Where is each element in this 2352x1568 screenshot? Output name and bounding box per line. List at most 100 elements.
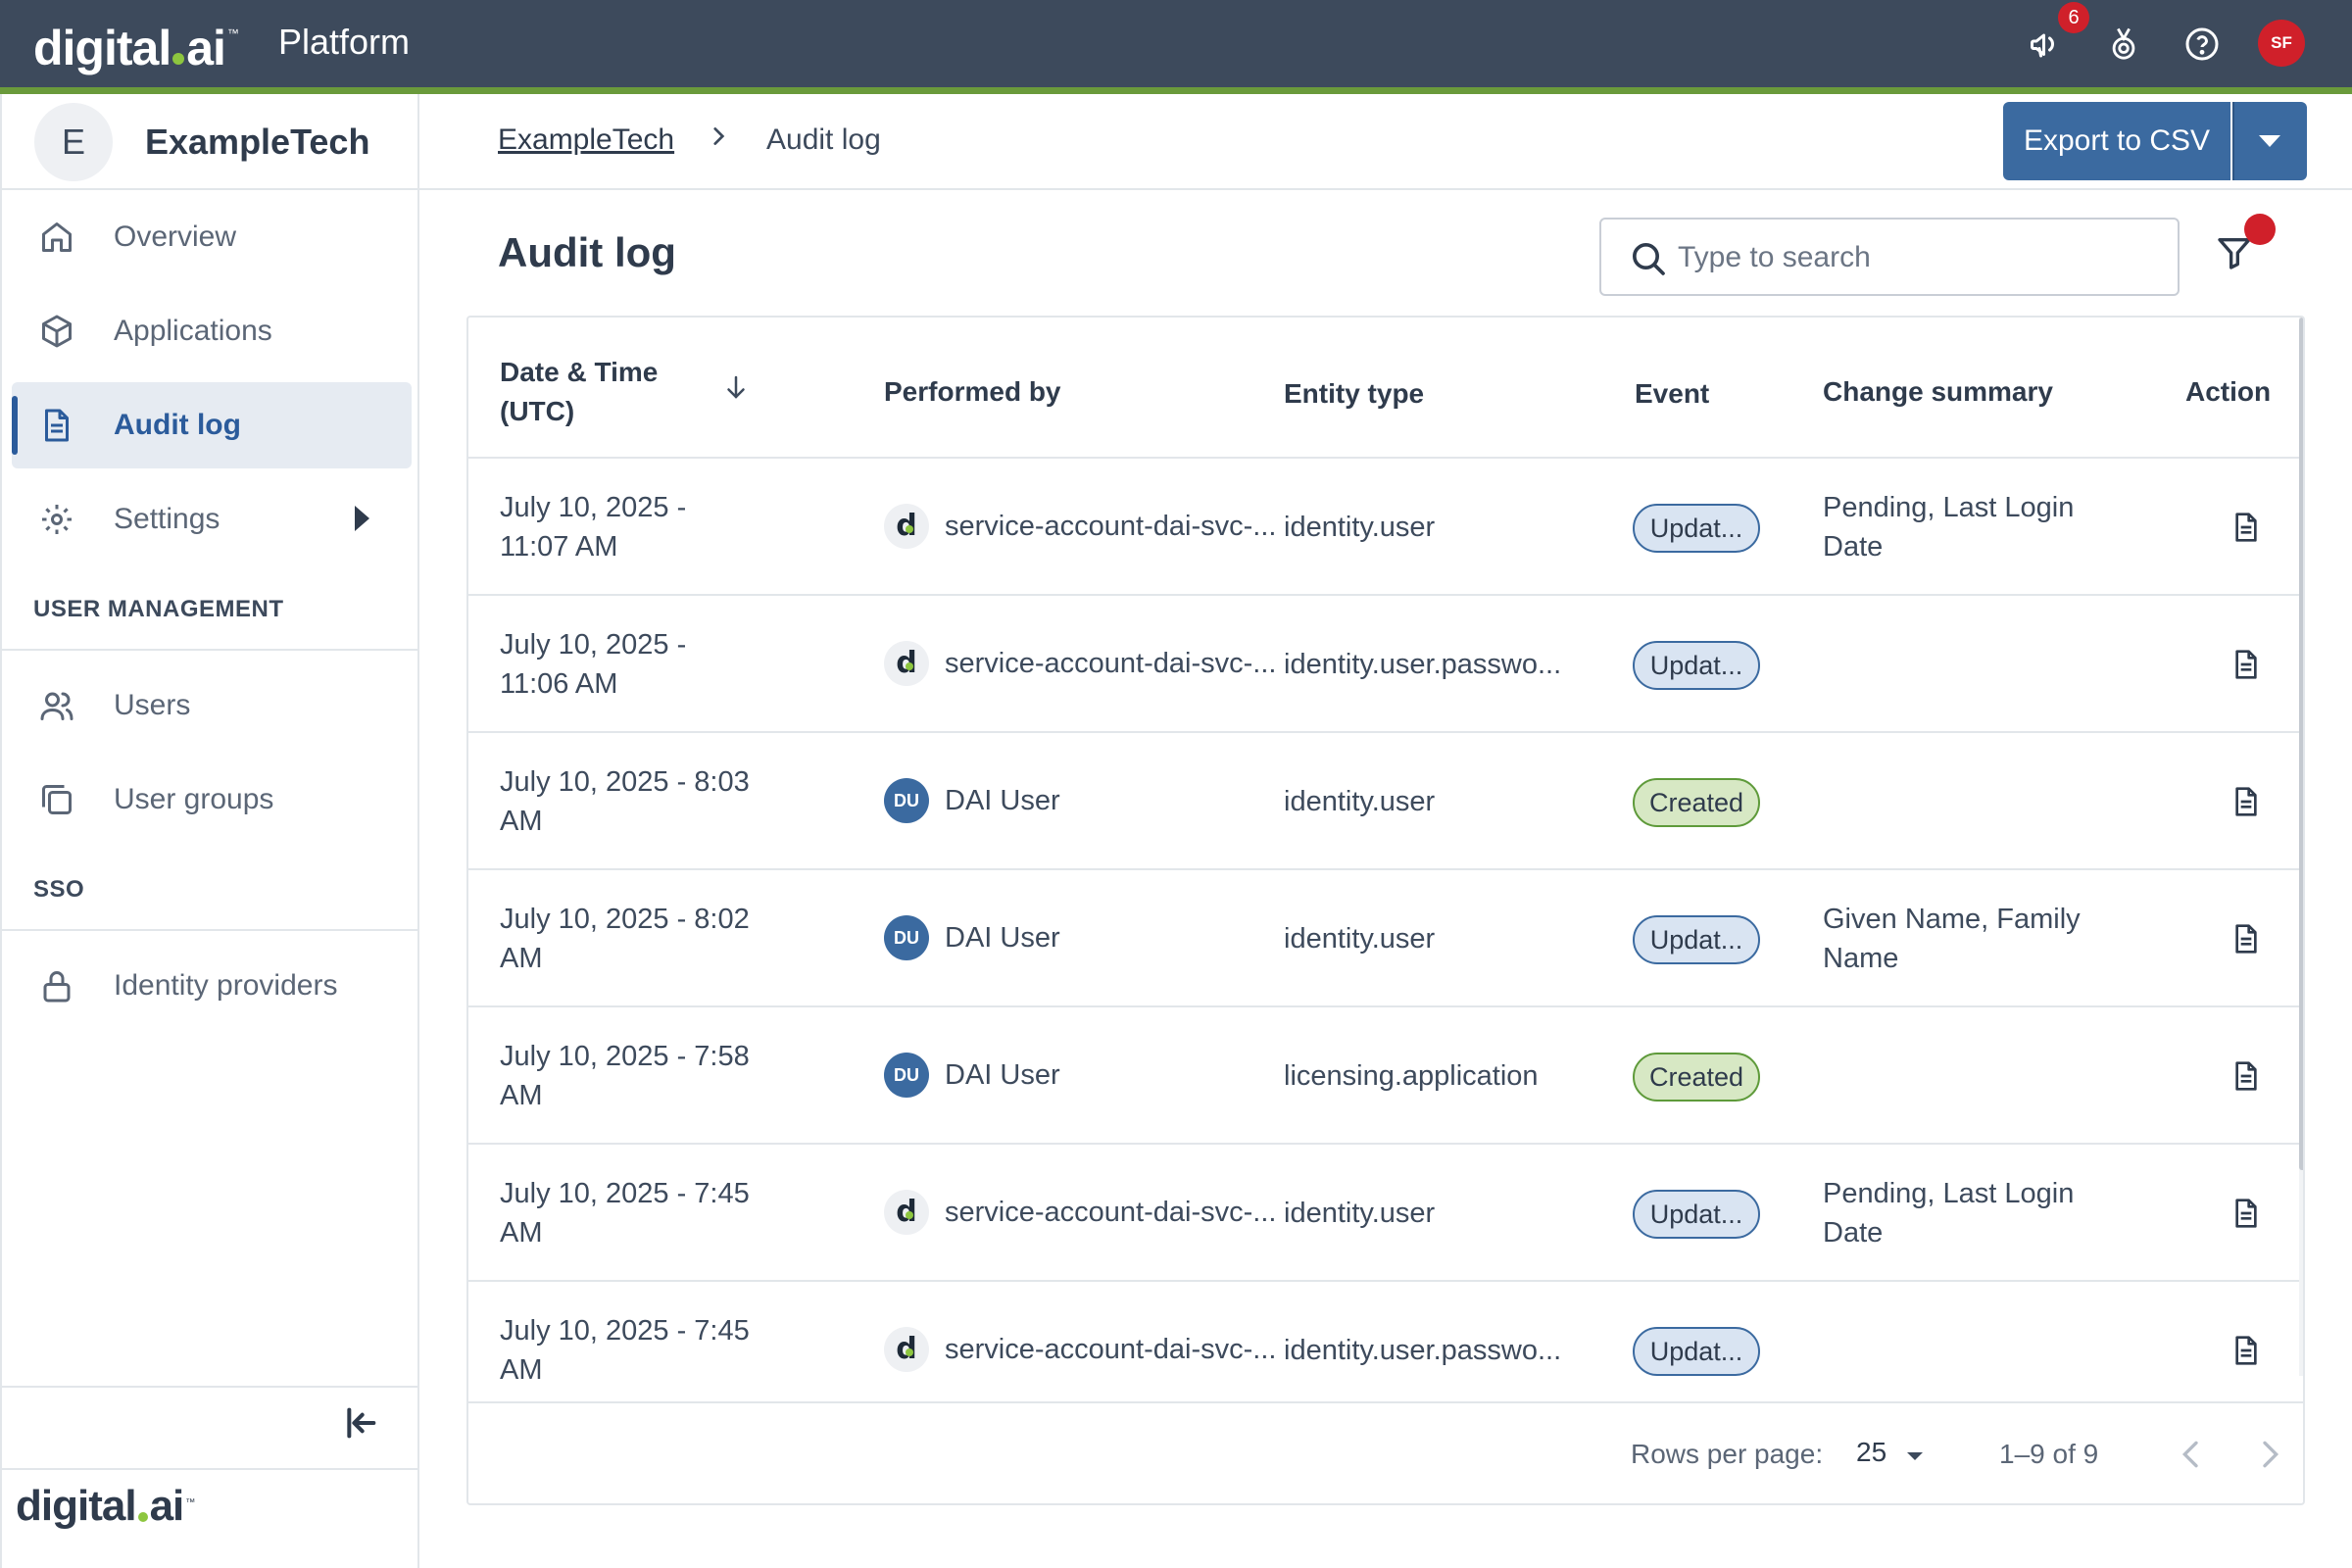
view-details-icon[interactable] (2230, 921, 2262, 956)
user-avatar: DU (884, 1053, 929, 1098)
next-page-icon[interactable] (2250, 1435, 2289, 1474)
sidebar-item-users[interactable]: Users (12, 662, 412, 749)
performed-by-name: DAI User (945, 785, 1060, 816)
export-options-dropdown-button[interactable] (2232, 102, 2307, 180)
performed-by-cell: d service-account-dai-svc-... (884, 1190, 1276, 1235)
sidebar-footer-divider (2, 1386, 419, 1388)
section-divider (2, 649, 419, 651)
announcements-icon[interactable] (2023, 22, 2068, 67)
home-icon (42, 222, 72, 252)
column-header-action: Action (2185, 376, 2272, 407)
logo-text: digital (33, 21, 172, 75)
table-row[interactable]: July 10, 2025 - 7:45 AM d service-account-d… (468, 1143, 2303, 1280)
date-line: July 10, 2025 - 7:58 (500, 1041, 750, 1072)
caret-down-icon (1907, 1452, 1923, 1460)
table-row[interactable]: July 10, 2025 - 7:45 AM d service-account-d… (468, 1280, 2303, 1417)
export-csv-button[interactable]: Export to CSV (2003, 102, 2230, 180)
sidebar-item-applications[interactable]: Applications (12, 288, 412, 374)
date-line: July 10, 2025 - 7:45 (500, 1178, 750, 1209)
column-header-date-line2: (UTC) (500, 396, 575, 426)
time-line: 11:06 AM (500, 668, 618, 700)
date-time-cell: July 10, 2025 - 8:02 AM (500, 900, 774, 978)
sidebar-item-label: Applications (114, 315, 272, 347)
view-details-icon[interactable] (2230, 1333, 2262, 1368)
event-badge: Updat... (1633, 1327, 1760, 1376)
date-time-cell: July 10, 2025 - 11:06 AM (500, 625, 774, 704)
time-line: AM (500, 806, 543, 837)
view-details-icon[interactable] (2230, 510, 2262, 545)
entity-type-cell: licensing.application (1284, 1060, 1539, 1092)
user-avatar[interactable]: SF (2258, 20, 2305, 67)
org-switcher[interactable]: E ExampleTech (2, 94, 419, 190)
event-badge: Created (1633, 1053, 1760, 1102)
table-row[interactable]: July 10, 2025 - 7:58 AM DU DAI User licensin… (468, 1005, 2303, 1143)
event-badge: Created (1633, 778, 1760, 827)
active-filter-indicator (2244, 214, 2276, 245)
table-footer-divider (468, 1401, 2303, 1403)
document-icon (45, 409, 69, 442)
change-summary-line: Name (1823, 943, 1899, 974)
performed-by-name: DAI User (945, 1059, 1060, 1091)
table-row[interactable]: July 10, 2025 - 8:02 AM DU DAI User identity… (468, 868, 2303, 1005)
view-details-icon[interactable] (2230, 784, 2262, 819)
service-account-avatar: d (884, 641, 929, 686)
view-details-icon[interactable] (2230, 647, 2262, 682)
sidebar-item-settings[interactable]: Settings (12, 476, 412, 563)
section-heading-sso: SSO (33, 876, 85, 903)
collapse-sidebar-icon[interactable] (341, 1403, 380, 1443)
gear-icon (42, 505, 72, 534)
logo-trademark: ™ (226, 26, 239, 40)
change-summary-line: Date (1823, 1217, 1884, 1249)
search-input[interactable] (1678, 233, 2158, 282)
entity-type-cell: identity.user (1284, 1198, 1436, 1229)
performed-by-cell: d service-account-dai-svc-... (884, 504, 1276, 549)
service-account-avatar: d (884, 1327, 929, 1372)
sidebar-footer-divider (2, 1468, 419, 1470)
performed-by-name: service-account-dai-svc-... (945, 511, 1277, 542)
logo-dot (172, 53, 185, 65)
digital-ai-logo[interactable]: digital ai ™ (33, 10, 239, 75)
audit-log-table: Date & Time (UTC) Performed by Entity ty… (466, 316, 2305, 1505)
performed-by-cell: d service-account-dai-svc-... (884, 1327, 1276, 1372)
time-line: AM (500, 1080, 543, 1111)
sidebar-item-identity-providers[interactable]: Identity providers (12, 943, 412, 1029)
sidebar-item-overview[interactable]: Overview (12, 194, 412, 280)
column-header-date[interactable]: Date & Time (UTC) (500, 353, 658, 431)
column-header-performed-by[interactable]: Performed by (884, 372, 1061, 412)
performed-by-cell: d service-account-dai-svc-... (884, 641, 1276, 686)
table-row[interactable]: July 10, 2025 - 8:03 AM DU DAI User identity… (468, 731, 2303, 868)
time-line: AM (500, 943, 543, 974)
help-icon[interactable] (2180, 22, 2225, 67)
table-row[interactable]: July 10, 2025 - 11:07 AM d service-account-… (468, 457, 2303, 594)
change-summary-cell: Pending, Last Login Date (1823, 1174, 2107, 1252)
date-time-cell: July 10, 2025 - 11:07 AM (500, 488, 774, 566)
table-row[interactable]: July 10, 2025 - 11:06 AM d service-account-… (468, 594, 2303, 731)
column-header-change-summary[interactable]: Change summary (1823, 372, 2053, 412)
column-header-event[interactable]: Event (1635, 374, 1709, 414)
change-summary-line: Pending, Last Login (1823, 492, 2075, 523)
previous-page-icon[interactable] (2172, 1435, 2211, 1474)
sidebar-item-audit-log[interactable]: Audit log (12, 382, 412, 468)
cube-icon (42, 315, 72, 348)
user-groups-icon (42, 785, 72, 814)
sidebar-item-user-groups[interactable]: User groups (12, 757, 412, 843)
date-time-cell: July 10, 2025 - 7:58 AM (500, 1037, 774, 1115)
sidebar-item-label: Audit log (114, 409, 241, 441)
view-details-icon[interactable] (2230, 1196, 2262, 1231)
breadcrumb-link-org[interactable]: ExampleTech (498, 123, 674, 157)
rows-per-page-select[interactable]: 25 (1852, 1431, 1940, 1480)
table-scrollbar-thumb[interactable] (2299, 318, 2303, 1170)
breadcrumb-current: Audit log (766, 123, 881, 156)
view-details-icon[interactable] (2230, 1058, 2262, 1094)
chevron-right-icon (713, 127, 725, 145)
sort-descending-icon[interactable] (721, 372, 751, 402)
performed-by-name: service-account-dai-svc-... (945, 1197, 1277, 1228)
performed-by-cell: DU DAI User (884, 1053, 1060, 1098)
sidebar-item-label: Overview (114, 220, 237, 253)
top-bar: digital ai ™ Platform 6 SF (0, 0, 2352, 87)
time-line: 11:07 AM (500, 531, 618, 563)
search-field[interactable] (1599, 218, 2180, 296)
column-header-entity-type[interactable]: Entity type (1284, 374, 1424, 414)
achievements-icon[interactable] (2101, 22, 2146, 67)
sidebar-item-label: Identity providers (114, 969, 338, 1002)
